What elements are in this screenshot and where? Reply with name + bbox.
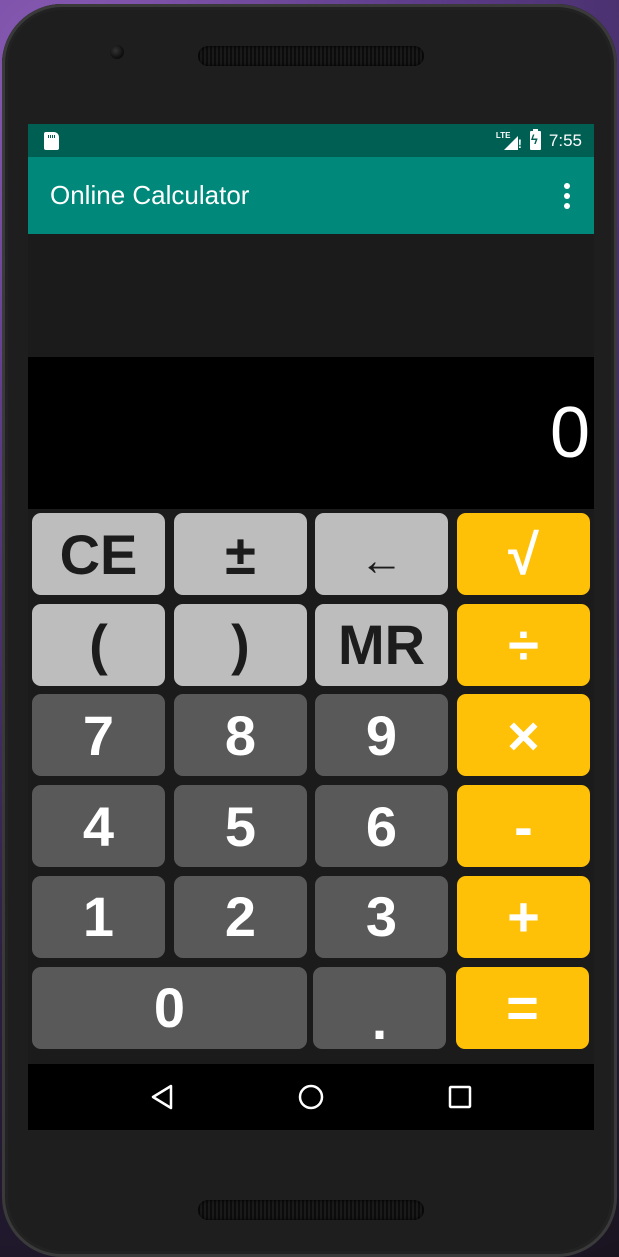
key-plus-minus[interactable]: ± bbox=[174, 513, 307, 595]
key-digit-5[interactable]: 5 bbox=[174, 785, 307, 868]
key-equals[interactable]: = bbox=[456, 966, 589, 1049]
key-digit-1[interactable]: 1 bbox=[32, 875, 165, 958]
front-camera bbox=[110, 45, 124, 59]
status-bar: LTE ! ϟ 7:55 bbox=[28, 124, 594, 157]
back-button[interactable] bbox=[142, 1077, 182, 1117]
phone-frame: LTE ! ϟ 7:55 Online Calculator 0 CE ± ← √ ()… bbox=[2, 4, 617, 1257]
key-subtract[interactable]: - bbox=[457, 785, 590, 868]
keypad: CE ± ← √ () MR ÷ 7 8 9 × 4 5 6- 1 2 3 +0. = bbox=[28, 509, 594, 1063]
key-digit-9[interactable]: 9 bbox=[315, 694, 448, 777]
history-area bbox=[28, 234, 594, 357]
key-digit-3[interactable]: 3 bbox=[315, 875, 448, 958]
key-digit-2[interactable]: 2 bbox=[174, 875, 307, 958]
top-speaker bbox=[198, 46, 424, 66]
bottom-speaker bbox=[198, 1200, 424, 1220]
key-digit-6[interactable]: 6 bbox=[315, 785, 448, 868]
key-add[interactable]: + bbox=[457, 875, 590, 958]
key-sqrt[interactable]: √ bbox=[457, 513, 590, 595]
screen: LTE ! ϟ 7:55 Online Calculator 0 CE ± ← √ ()… bbox=[28, 124, 594, 1130]
key-digit-4[interactable]: 4 bbox=[32, 785, 165, 868]
back-triangle-icon bbox=[152, 1084, 173, 1110]
result-display: 0 bbox=[28, 357, 594, 509]
key-close-paren[interactable]: ) bbox=[174, 603, 307, 686]
overflow-menu-icon[interactable] bbox=[560, 177, 574, 215]
app-title: Online Calculator bbox=[50, 180, 250, 210]
recents-button[interactable] bbox=[440, 1077, 480, 1117]
key-clear-entry[interactable]: CE bbox=[32, 513, 165, 595]
key-digit-7[interactable]: 7 bbox=[32, 694, 165, 777]
key-memory-recall[interactable]: MR bbox=[315, 603, 448, 686]
sd-card-icon bbox=[44, 131, 59, 150]
key-digit-0[interactable]: 0 bbox=[32, 966, 307, 1049]
status-time: 7:55 bbox=[548, 130, 582, 150]
home-button[interactable] bbox=[291, 1077, 331, 1117]
battery-charging-icon: ϟ bbox=[529, 129, 541, 150]
key-divide[interactable]: ÷ bbox=[457, 603, 590, 686]
lte-signal-icon: LTE ! bbox=[495, 130, 522, 151]
key-open-paren[interactable]: ( bbox=[32, 603, 165, 686]
navigation-bar bbox=[28, 1064, 594, 1130]
home-circle-icon bbox=[298, 1084, 324, 1110]
key-multiply[interactable]: × bbox=[457, 694, 590, 777]
recents-square-icon bbox=[448, 1085, 471, 1109]
key-backspace[interactable]: ← bbox=[315, 513, 448, 595]
app-bar: Online Calculator bbox=[28, 157, 594, 234]
key-digit-8[interactable]: 8 bbox=[174, 694, 307, 777]
key-decimal[interactable]: . bbox=[313, 966, 446, 1051]
